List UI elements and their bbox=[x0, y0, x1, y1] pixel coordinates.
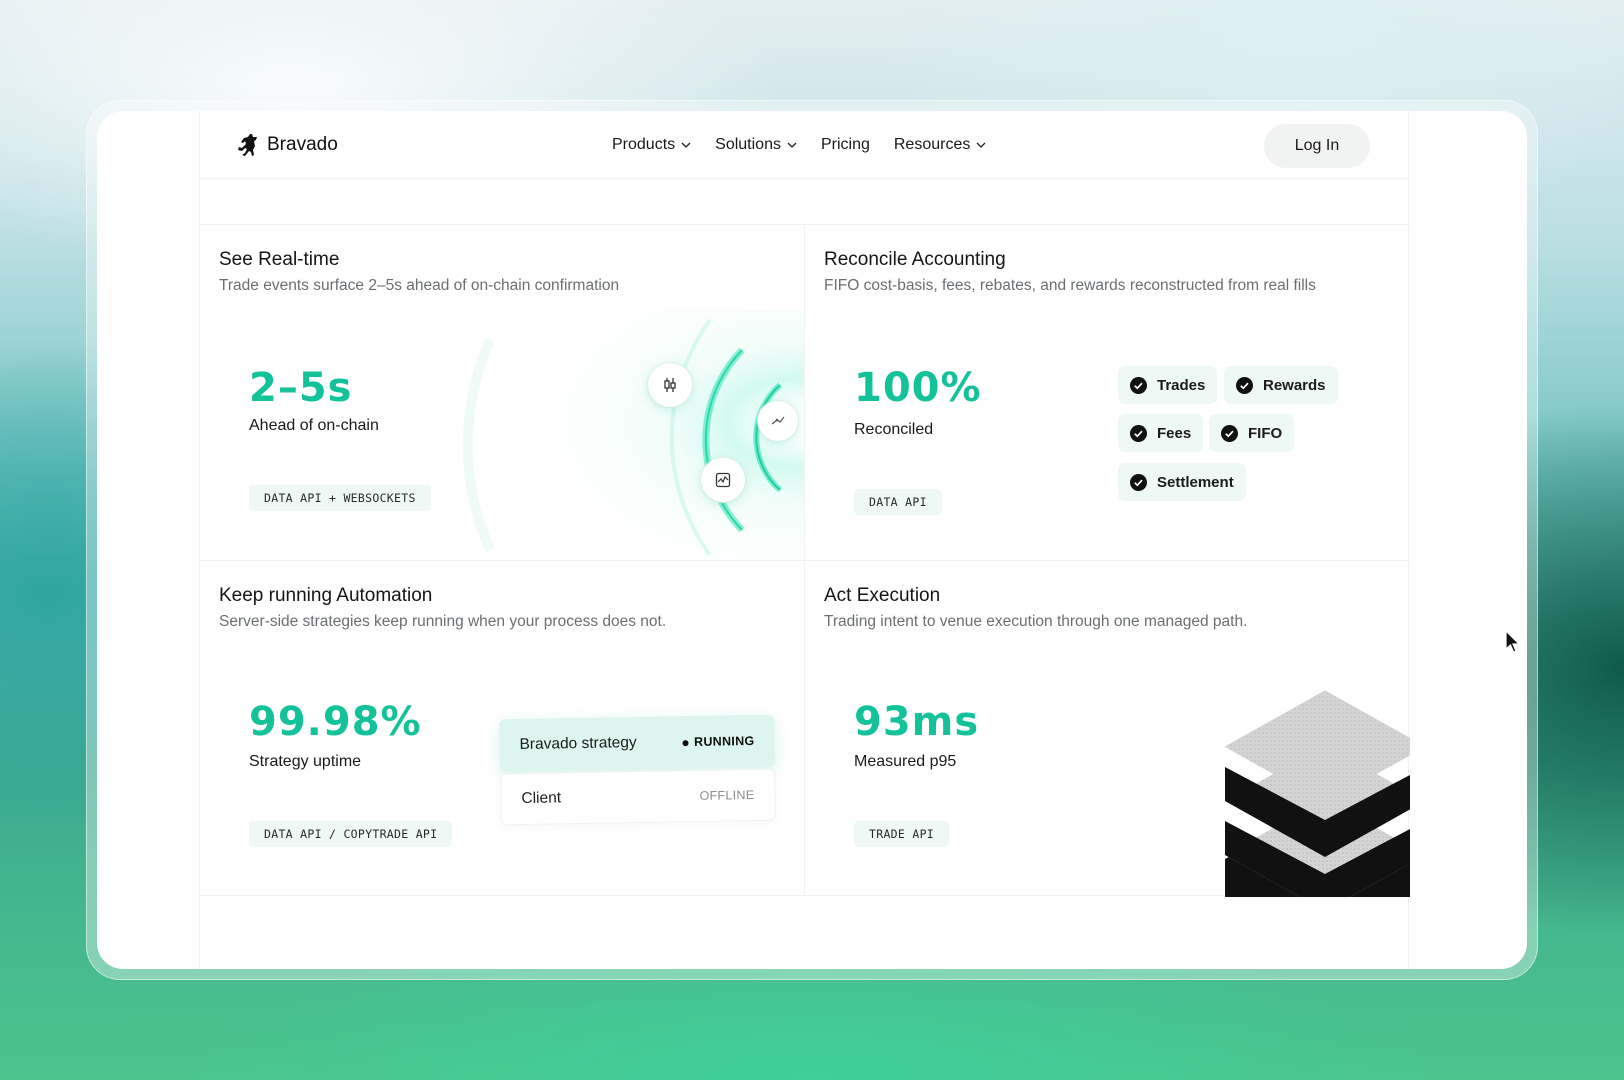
status-badge: RUNNING bbox=[682, 734, 755, 749]
nav-links: Products Solutions Pricing Resources bbox=[612, 136, 986, 154]
chip-fifo: FIFO bbox=[1209, 414, 1295, 452]
api-tag: DATA API bbox=[854, 489, 942, 515]
metric-label: Reconciled bbox=[854, 421, 934, 438]
metric-value: 100% bbox=[854, 365, 982, 411]
chip-label: FIFO bbox=[1248, 424, 1283, 442]
status-text: RUNNING bbox=[693, 733, 755, 750]
radar-visual bbox=[390, 310, 804, 560]
browser-window: Bravado Products Solutions Pricing Resou… bbox=[97, 111, 1527, 969]
card-title: Reconcile Accounting bbox=[824, 249, 1006, 270]
chip-fees: Fees bbox=[1118, 414, 1204, 452]
card-subtitle: Trading intent to venue execution throug… bbox=[824, 613, 1248, 630]
card-accounting: Reconcile Accounting FIFO cost-basis, fe… bbox=[805, 225, 1410, 561]
check-circle-icon bbox=[1221, 424, 1238, 442]
nav-products-label: Products bbox=[612, 136, 676, 153]
chip-label: Rewards bbox=[1263, 376, 1326, 394]
mouse-pointer-icon bbox=[1505, 630, 1521, 653]
chip-label: Settlement bbox=[1157, 473, 1234, 491]
card-automation: Keep running Automation Server-side stra… bbox=[200, 561, 805, 897]
chip-rewards: Rewards bbox=[1224, 366, 1338, 404]
login-button[interactable]: Log In bbox=[1264, 124, 1370, 168]
metric-label: Measured p95 bbox=[854, 753, 957, 770]
brand[interactable]: Bravado bbox=[236, 133, 338, 157]
chevron-down-icon bbox=[976, 142, 986, 148]
card-subtitle: Trade events surface 2–5s ahead of on-ch… bbox=[219, 277, 620, 294]
metric-label: Strategy uptime bbox=[249, 753, 362, 770]
strategy-name: Client bbox=[521, 789, 562, 808]
metric-value: 93ms bbox=[854, 699, 980, 745]
top-nav: Bravado Products Solutions Pricing Resou… bbox=[200, 111, 1408, 179]
metric-value: 2–5s bbox=[249, 365, 353, 411]
nav-solutions[interactable]: Solutions bbox=[715, 136, 797, 154]
api-tag: TRADE API bbox=[854, 821, 950, 847]
chevron-down-icon bbox=[787, 142, 797, 148]
chevron-down-icon bbox=[681, 142, 691, 148]
horse-icon bbox=[238, 134, 257, 156]
card-subtitle: Server-side strategies keep running when… bbox=[219, 613, 667, 630]
check-circle-icon bbox=[1130, 473, 1147, 491]
page-container: Bravado Products Solutions Pricing Resou… bbox=[199, 111, 1410, 969]
check-circle-icon bbox=[1130, 376, 1147, 394]
chip-label: Trades bbox=[1157, 376, 1206, 394]
chip-trades: Trades bbox=[1118, 366, 1218, 404]
api-tag: DATA API + WEBSOCKETS bbox=[249, 485, 431, 511]
card-subtitle: FIFO cost-basis, fees, rebates, and rewa… bbox=[824, 277, 1316, 294]
chip-label: Fees bbox=[1157, 424, 1192, 442]
card-realtime: See Real-time Trade events surface 2–5s … bbox=[200, 225, 805, 561]
feature-grid: See Real-time Trade events surface 2–5s … bbox=[200, 224, 1410, 897]
activity-chart-icon bbox=[701, 458, 745, 502]
card-title: Keep running Automation bbox=[219, 585, 433, 606]
strategy-status-list: Bravado strategy RUNNING Client OFFLINE bbox=[499, 714, 776, 830]
card-execution: Act Execution Trading intent to venue ex… bbox=[805, 561, 1410, 897]
nav-solutions-label: Solutions bbox=[715, 136, 781, 153]
nav-pricing[interactable]: Pricing bbox=[821, 136, 870, 154]
nav-pricing-label: Pricing bbox=[820, 136, 870, 153]
strategy-name: Bravado strategy bbox=[519, 734, 637, 754]
trend-line-icon bbox=[758, 401, 798, 441]
strategy-row-running: Bravado strategy RUNNING bbox=[499, 714, 775, 772]
card-title: See Real-time bbox=[219, 249, 340, 270]
nav-resources[interactable]: Resources bbox=[894, 136, 986, 154]
api-tag: DATA API / COPYTRADE API bbox=[249, 821, 453, 847]
card-title: Act Execution bbox=[824, 585, 941, 606]
metric-value: 99.98% bbox=[249, 699, 422, 745]
status-dot bbox=[682, 739, 689, 746]
strategy-row-offline: Client OFFLINE bbox=[500, 768, 776, 826]
nav-products[interactable]: Products bbox=[612, 136, 691, 154]
nav-resources-label: Resources bbox=[893, 136, 971, 153]
check-circle-icon bbox=[1130, 424, 1147, 442]
metric-label: Ahead of on-chain bbox=[249, 417, 379, 434]
brand-name: Bravado bbox=[267, 134, 338, 155]
check-circle-icon bbox=[1236, 376, 1253, 394]
layer-stack-icon bbox=[1225, 690, 1410, 897]
chip-settlement: Settlement bbox=[1118, 463, 1246, 501]
candlestick-chart-icon bbox=[648, 363, 692, 407]
status-text: OFFLINE bbox=[699, 787, 755, 803]
